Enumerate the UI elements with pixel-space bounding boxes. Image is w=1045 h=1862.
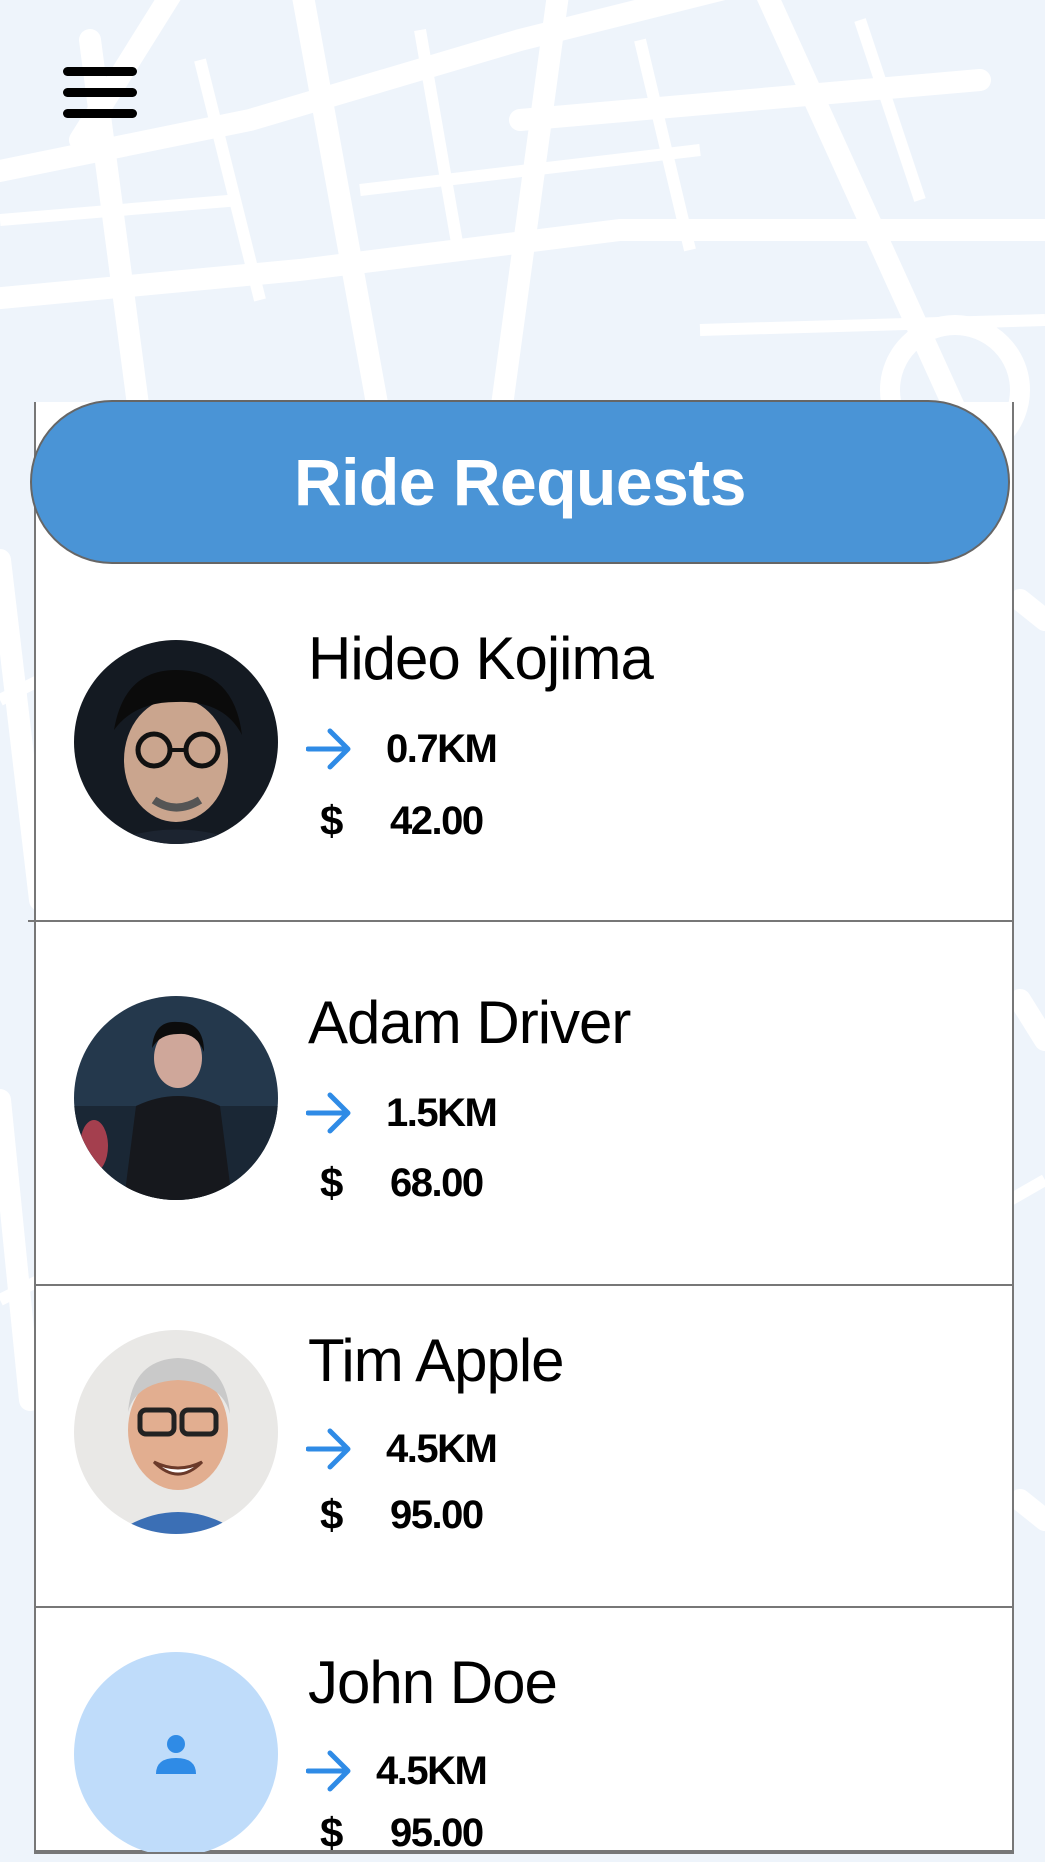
price-value: 42.00 (390, 798, 484, 843)
hamburger-menu-icon (63, 67, 137, 119)
dollar-icon: $ (320, 1809, 344, 1854)
price-value: 68.00 (390, 1160, 484, 1205)
avatar-placeholder (74, 1652, 278, 1852)
request-row-tim-apple[interactable]: Tim Apple 4.5KM $ 95.00 (36, 1286, 1012, 1608)
request-row-adam-driver[interactable]: Adam Driver 1.5KM $ 68.00 (36, 922, 1012, 1286)
avatar-photo (74, 1330, 278, 1534)
dollar-icon: $ (320, 1159, 344, 1206)
request-row-john-doe[interactable]: John Doe 4.5KM $ 95.00 (36, 1608, 1012, 1852)
price-row: $ 68.00 (320, 1158, 484, 1208)
arrow-right-icon (306, 1428, 351, 1470)
person-icon (156, 1735, 196, 1774)
distance-value: 1.5KM (386, 1090, 498, 1135)
rider-name: Hideo Kojima (308, 625, 654, 692)
arrow-right-icon (306, 1750, 351, 1792)
avatar-photo (74, 640, 278, 844)
page-title: Ride Requests (294, 445, 746, 519)
price-row: $ 95.00 (320, 1808, 484, 1854)
ride-requests-panel: Hideo Kojima 0.7KM $ 42.00 Adam Driver 1… (34, 402, 1014, 1854)
arrow-right-icon (306, 728, 351, 770)
price-row: $ 42.00 (320, 796, 484, 846)
distance-row: 0.7KM (306, 724, 498, 774)
distance-row: 4.5KM (306, 1424, 498, 1474)
menu-button[interactable] (58, 60, 142, 126)
distance-row: 1.5KM (306, 1088, 498, 1138)
panel-header: Ride Requests (30, 400, 1010, 564)
rider-name: John Doe (308, 1649, 558, 1716)
arrow-right-icon (306, 1092, 351, 1134)
price-value: 95.00 (390, 1492, 484, 1537)
avatar-photo (74, 996, 278, 1200)
price-value: 95.00 (390, 1810, 484, 1854)
distance-value: 0.7KM (386, 726, 498, 771)
rider-name: Tim Apple (308, 1327, 565, 1394)
distance-value: 4.5KM (386, 1426, 498, 1471)
price-row: $ 95.00 (320, 1490, 484, 1540)
rider-name: Adam Driver (308, 989, 631, 1056)
dollar-icon: $ (320, 1491, 344, 1538)
dollar-icon: $ (320, 797, 344, 844)
distance-row: 4.5KM (306, 1746, 488, 1796)
distance-value: 4.5KM (376, 1748, 488, 1793)
